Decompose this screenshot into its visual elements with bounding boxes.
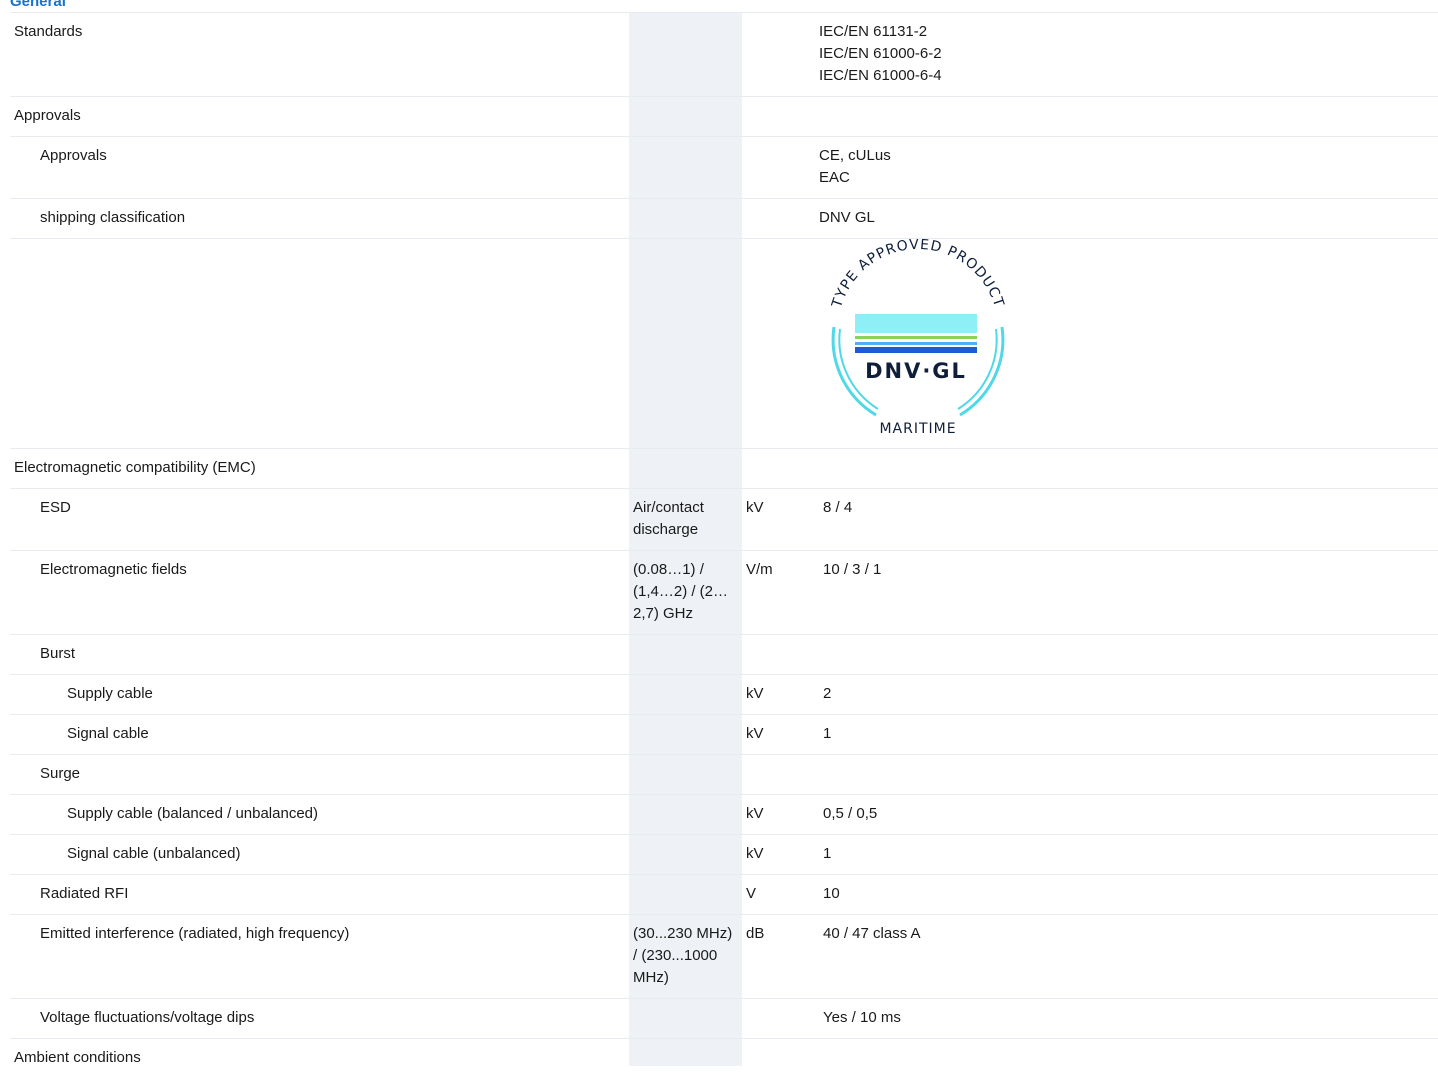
row-value: DNV GL (818, 199, 1438, 239)
table-row-dnv-logo: TYPE APPROVED PRODUCT DNV·GL MARITIME (10, 239, 1438, 449)
table-row-approvals: Approvals CE, cULus EAC (10, 137, 1438, 199)
table-row-voltage-fluct: Voltage fluctuations/voltage dips Yes / … (10, 999, 1438, 1039)
logo-band-blue (855, 347, 977, 353)
standard-value: IEC/EN 61131-2 (819, 21, 1434, 43)
table-row-ambient: Ambient conditions (10, 1039, 1438, 1078)
row-unit: V/m (742, 551, 818, 635)
row-label: Signal cable (10, 715, 629, 755)
standard-value: IEC/EN 61000-6-4 (819, 65, 1434, 87)
row-label: Standards (10, 13, 629, 97)
row-label: ESD (10, 489, 629, 551)
row-value: 40 / 47 class A (818, 915, 1438, 999)
row-value: 8 / 4 (818, 489, 1438, 551)
logo-band-cyan (855, 314, 977, 333)
table-row-burst-signal: Signal cable kV 1 (10, 715, 1438, 755)
row-label: Electromagnetic fields (10, 551, 629, 635)
row-label: Supply cable (10, 675, 629, 715)
logo-band-lightblue (855, 342, 977, 345)
svg-text:TYPE APPROVED PRODUCT: TYPE APPROVED PRODUCT (829, 239, 1007, 311)
row-unit: kV (742, 715, 818, 755)
row-value: 1 (818, 835, 1438, 875)
row-value: Yes / 10 ms (818, 999, 1438, 1039)
row-value: 2 (818, 675, 1438, 715)
row-unit: kV (742, 675, 818, 715)
row-label: Ambient conditions (10, 1039, 629, 1078)
table-row-emc: Electromagnetic compatibility (EMC) (10, 449, 1438, 489)
row-unit (742, 13, 818, 97)
dnv-logo-cell: TYPE APPROVED PRODUCT DNV·GL MARITIME (818, 239, 1438, 449)
approval-value: CE, cULus (819, 145, 1434, 167)
row-label: Surge (10, 755, 629, 795)
spec-table: Standards IEC/EN 61131-2 IEC/EN 61000-6-… (10, 12, 1438, 1078)
table-row-surge-supply: Supply cable (balanced / unbalanced) kV … (10, 795, 1438, 835)
logo-arc-text: TYPE APPROVED PRODUCT (829, 239, 1007, 311)
logo-caption-text: MARITIME (879, 421, 956, 437)
approval-value: EAC (819, 167, 1434, 189)
row-unit: kV (742, 795, 818, 835)
row-condition (629, 13, 742, 97)
table-row-surge: Surge (10, 755, 1438, 795)
row-value: 0,5 / 0,5 (818, 795, 1438, 835)
section-title: General (10, 0, 66, 10)
dnv-gl-logo: TYPE APPROVED PRODUCT DNV·GL MARITIME (818, 239, 1018, 448)
row-value: 1 (818, 715, 1438, 755)
row-value: 10 / 3 / 1 (818, 551, 1438, 635)
row-condition: (30...230 MHz) / (230...1000 MHz) (629, 915, 742, 999)
table-row-burst: Burst (10, 635, 1438, 675)
row-condition: (0.08…1) / (1,4…2) / (2…2,7) GHz (629, 551, 742, 635)
row-unit: kV (742, 489, 818, 551)
row-label: Approvals (10, 137, 629, 199)
standard-value: IEC/EN 61000-6-2 (819, 43, 1434, 65)
table-row-emitted: Emitted interference (radiated, high fre… (10, 915, 1438, 999)
row-label: Approvals (10, 97, 629, 137)
table-row-surge-signal: Signal cable (unbalanced) kV 1 (10, 835, 1438, 875)
table-row-radiated-rfi: Radiated RFI V 10 (10, 875, 1438, 915)
row-label: Burst (10, 635, 629, 675)
table-row-approvals-group: Approvals (10, 97, 1438, 137)
row-value: IEC/EN 61131-2 IEC/EN 61000-6-2 IEC/EN 6… (818, 13, 1438, 97)
table-row-em-fields: Electromagnetic fields (0.08…1) / (1,4…2… (10, 551, 1438, 635)
row-unit: kV (742, 835, 818, 875)
row-label: shipping classification (10, 199, 629, 239)
table-row-shipping: shipping classification DNV GL (10, 199, 1438, 239)
row-unit: V (742, 875, 818, 915)
row-label: Electromagnetic compatibility (EMC) (10, 449, 629, 489)
row-value: 10 (818, 875, 1438, 915)
table-row-standards: Standards IEC/EN 61131-2 IEC/EN 61000-6-… (10, 13, 1438, 97)
row-label: Voltage fluctuations/voltage dips (10, 999, 629, 1039)
row-label: Supply cable (balanced / unbalanced) (10, 795, 629, 835)
logo-brand-text: DNV·GL (865, 359, 967, 383)
row-unit: dB (742, 915, 818, 999)
row-label: Radiated RFI (10, 875, 629, 915)
logo-band-green (855, 336, 977, 339)
row-label: Emitted interference (radiated, high fre… (10, 915, 629, 999)
table-row-burst-supply: Supply cable kV 2 (10, 675, 1438, 715)
table-row-esd: ESD Air/contact discharge kV 8 / 4 (10, 489, 1438, 551)
row-value: CE, cULus EAC (818, 137, 1438, 199)
row-condition: Air/contact discharge (629, 489, 742, 551)
row-label: Signal cable (unbalanced) (10, 835, 629, 875)
